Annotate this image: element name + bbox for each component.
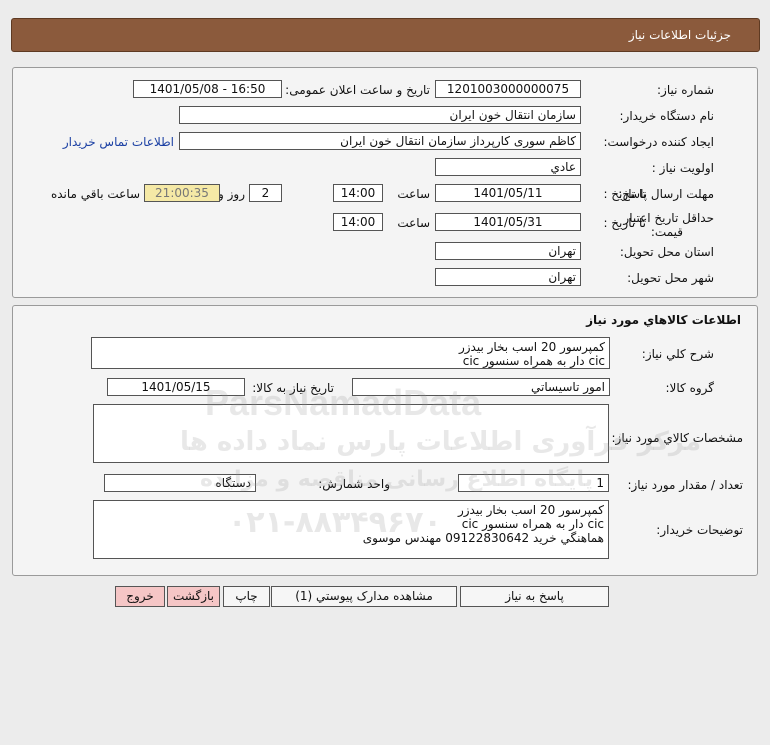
reply-time-label: ساعت xyxy=(397,187,430,201)
general-desc-line-2: cic دار به همراه سنسور cic xyxy=(462,354,605,368)
goods-group-label: گروه کالا: xyxy=(665,381,715,395)
buyer-notes-field: کمپرسور 20 اسب بخار بیدزر cic دار به همر… xyxy=(93,500,609,559)
contact-buyer-link[interactable]: اطلاعات تماس خریدار xyxy=(63,135,174,149)
need-info-panel xyxy=(12,67,758,298)
validity-until-label: تا تاریخ : xyxy=(603,216,646,230)
buyer-notes-line-3: هماهنگي خرید 09122830642 مهندس موسوی xyxy=(362,531,604,545)
general-desc-field: کمپرسور 20 اسب بخار بیدزر cic دار به همر… xyxy=(91,337,610,369)
buyer-notes-label: توضیحات خریدار: xyxy=(656,523,743,537)
announce-label: تاریخ و ساعت اعلان عمومی: xyxy=(285,83,430,97)
buyer-notes-line-2: cic دار به همراه سنسور cic xyxy=(461,517,604,531)
page-title: جزئیات اطلاعات نیاز xyxy=(628,28,731,42)
validity-time-field: 14:00 xyxy=(333,213,383,231)
general-desc-label: شرح کلي نیاز: xyxy=(641,347,714,361)
creator-label: ایجاد کننده درخواست: xyxy=(603,135,714,149)
qty-label: تعداد / مقدار مورد نیاز: xyxy=(627,478,743,492)
priority-field: عادي xyxy=(435,158,581,176)
delivery-province-label: استان محل تحویل: xyxy=(619,245,714,259)
need-date-label: تاریخ نیاز به کالا: xyxy=(252,381,334,395)
attachments-button[interactable]: مشاهده مدارک پیوستي (1) xyxy=(271,586,457,607)
goods-section-title: اطلاعات کالاهاي مورد نیاز xyxy=(586,313,741,327)
remaining-label: ساعت باقي مانده xyxy=(50,187,140,201)
goods-group-field: امور تاسیساتي xyxy=(352,378,610,396)
need-number-label: شماره نیاز: xyxy=(657,83,714,97)
unit-label: واحد شمارش: xyxy=(318,477,390,491)
back-button[interactable]: بازگشت xyxy=(167,586,220,607)
specs-label: مشخصات کالاي مورد نیاز: xyxy=(611,431,743,445)
price-validity-label-2: قیمت: xyxy=(650,225,683,239)
unit-field: دستگاه xyxy=(104,474,256,492)
creator-field: کاظم سوری کارپرداز سازمان انتقال خون ایر… xyxy=(179,132,581,150)
specs-field xyxy=(93,404,609,463)
page-header: جزئیات اطلاعات نیاز xyxy=(11,18,760,52)
qty-field: 1 xyxy=(458,474,609,492)
announce-field: 1401/05/08 - 16:50 xyxy=(133,80,282,98)
validity-date-field: 1401/05/31 xyxy=(435,213,581,231)
buyer-notes-line-1: کمپرسور 20 اسب بخار بیدزر xyxy=(457,503,604,517)
need-date-field: 1401/05/15 xyxy=(107,378,245,396)
reply-until-label: تا تاریخ : xyxy=(603,187,646,201)
print-button[interactable]: چاپ xyxy=(223,586,270,607)
need-number-field: 1201003000000075 xyxy=(435,80,581,98)
exit-button[interactable]: خروج xyxy=(115,586,165,607)
delivery-city-label: شهر محل تحویل: xyxy=(627,271,714,285)
days-field: 2 xyxy=(249,184,282,202)
reply-date-field: 1401/05/11 xyxy=(435,184,581,202)
delivery-province-field: تهران xyxy=(435,242,581,260)
days-label: روز و xyxy=(218,187,245,201)
priority-label: اولویت نیاز : xyxy=(651,161,714,175)
buyer-org-field: سازمان انتقال خون ایران xyxy=(179,106,581,124)
reply-button[interactable]: پاسخ به نیاز xyxy=(460,586,609,607)
validity-time-label: ساعت xyxy=(397,216,430,230)
delivery-city-field: تهران xyxy=(435,268,581,286)
remaining-time-field: 21:00:35 xyxy=(144,184,220,202)
reply-time-field: 14:00 xyxy=(333,184,383,202)
general-desc-line-1: کمپرسور 20 اسب بخار بیدزر xyxy=(458,340,605,354)
buyer-org-label: نام دستگاه خریدار: xyxy=(619,109,715,123)
